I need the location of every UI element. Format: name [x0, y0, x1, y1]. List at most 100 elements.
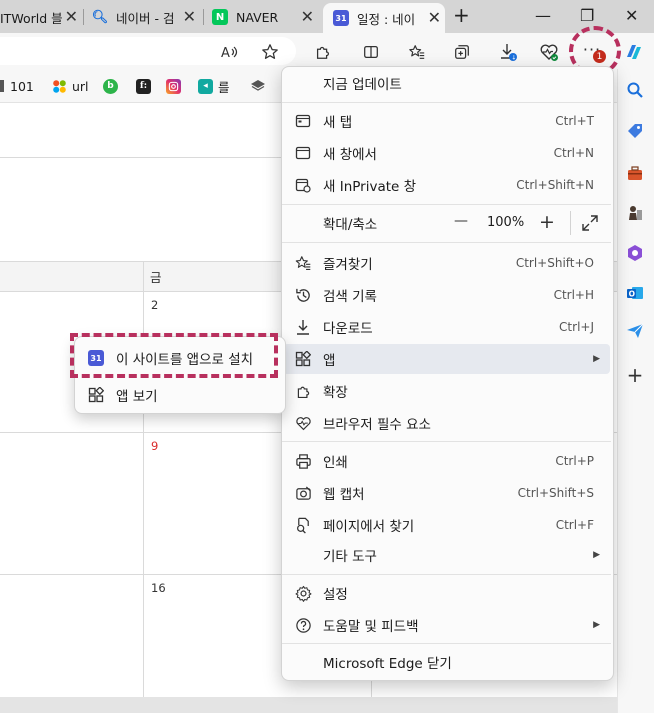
restore-button[interactable]: ❐	[580, 6, 594, 25]
bookmark-101[interactable]: 101	[0, 77, 34, 95]
menu-downloads[interactable]: 다운로드 Ctrl+J	[283, 312, 610, 342]
favorite-star-icon[interactable]	[258, 40, 282, 64]
menu-more-tools[interactable]: 기타 도구 ▶	[283, 540, 610, 570]
sidebar-shopping-icon[interactable]	[625, 121, 645, 141]
copilot-icon[interactable]	[622, 40, 646, 64]
menu-browser-essentials[interactable]: 브라우저 필수 요소	[283, 408, 610, 438]
close-icon[interactable]: ✕	[65, 7, 78, 26]
zoom-out-button[interactable]: —	[454, 213, 468, 229]
tab-label: 일정 : 네이	[357, 11, 416, 27]
tab-calendar[interactable]: 31 일정 : 네이 ✕	[323, 3, 445, 33]
menu-apps[interactable]: 앱 ▶	[283, 344, 610, 374]
bookmark-f[interactable]: f:	[136, 77, 156, 95]
zoom-in-button[interactable]: +	[539, 211, 555, 233]
sidebar-send-icon[interactable]	[625, 321, 645, 341]
tab-label: 네이버 - 검	[116, 10, 175, 26]
history-icon	[294, 286, 312, 304]
fullscreen-icon[interactable]	[581, 214, 599, 236]
menu-find-on-page[interactable]: 페이지에서 찾기 Ctrl+F	[283, 510, 610, 540]
bookmark-green[interactable]: b	[103, 77, 123, 95]
bookmark-music[interactable]: ◂ 를	[198, 77, 230, 95]
help-icon	[294, 616, 312, 634]
date-cell[interactable]: 16	[151, 581, 166, 595]
collections-icon[interactable]	[450, 40, 474, 64]
menu-help-feedback[interactable]: 도움말 및 피드백 ▶	[283, 610, 610, 640]
sidebar-outlook-icon[interactable]: O	[625, 283, 645, 303]
menu-new-tab[interactable]: 새 탭 Ctrl+T	[283, 106, 610, 136]
tab-itworld[interactable]: ITWorld 블 ✕	[0, 5, 82, 29]
tab-naver[interactable]: N NAVER ✕	[212, 5, 318, 29]
downloads-icon[interactable]: ↓	[496, 40, 520, 64]
browser-essentials-icon[interactable]	[537, 40, 561, 64]
zoom-divider	[570, 211, 571, 235]
menu-separator	[282, 102, 611, 103]
tab-label: ITWorld 블	[0, 10, 63, 26]
bookmark-music-icon: ◂	[198, 78, 213, 94]
bookmark-layers-icon	[250, 78, 266, 95]
read-aloud-icon[interactable]: A	[218, 40, 242, 64]
sidebar-m365-icon[interactable]	[625, 243, 645, 263]
menu-separator	[282, 204, 611, 205]
extensions-icon[interactable]	[311, 40, 335, 64]
svg-text:↓: ↓	[511, 55, 516, 62]
bookmark-label: 를	[218, 79, 230, 95]
zoom-level: 100%	[487, 215, 525, 230]
bookmark-instagram[interactable]	[166, 77, 186, 95]
bookmark-url-icon	[52, 79, 67, 94]
date-cell[interactable]: 2	[151, 298, 158, 312]
page-bottom	[0, 697, 617, 713]
grid-line	[143, 262, 144, 697]
naver-tab-icon: N	[212, 9, 228, 25]
new-tab-button[interactable]: +	[453, 3, 470, 27]
close-window-button[interactable]: ✕	[625, 6, 638, 25]
close-icon[interactable]: ✕	[428, 8, 441, 27]
menu-close-edge[interactable]: Microsoft Edge 닫기	[283, 647, 610, 677]
sidebar-add-icon[interactable]: +	[625, 363, 645, 387]
menu-new-inprivate[interactable]: 새 InPrivate 창 Ctrl+Shift+N	[283, 170, 610, 200]
bookmark-label: 101	[10, 78, 34, 94]
split-screen-icon[interactable]	[359, 40, 383, 64]
calendar-tab-icon: 31	[333, 10, 349, 26]
apps-icon	[88, 387, 104, 403]
bookmark-url[interactable]: url	[52, 77, 89, 95]
chevron-right-icon: ▶	[593, 620, 600, 630]
favorites-icon	[294, 254, 312, 272]
menu-settings[interactable]: 설정	[283, 578, 610, 608]
web-capture-icon	[294, 484, 312, 502]
tab-naver-search[interactable]: 🔍︎ 네이버 - 검 ✕	[92, 5, 200, 29]
svg-text:A: A	[221, 46, 230, 61]
download-icon	[294, 318, 312, 336]
menu-separator	[282, 574, 611, 575]
minimize-button[interactable]: —	[535, 6, 551, 25]
menu-print[interactable]: 인쇄 Ctrl+P	[283, 446, 610, 476]
sidebar-tools-icon[interactable]	[625, 163, 645, 183]
close-icon[interactable]: ✕	[183, 7, 196, 26]
new-window-icon	[294, 144, 312, 162]
view-apps[interactable]: 앱 보기	[78, 381, 278, 409]
bookmark-label: url	[72, 78, 89, 94]
close-icon[interactable]: ✕	[301, 7, 314, 26]
sidebar-search-icon[interactable]	[625, 80, 645, 100]
favorites-icon[interactable]	[405, 40, 429, 64]
sidebar-games-icon[interactable]	[625, 203, 645, 223]
address-bar[interactable]	[0, 37, 296, 65]
menu-favorites[interactable]: 즐겨찾기 Ctrl+Shift+O	[283, 248, 610, 278]
menu-web-capture[interactable]: 웹 캡처 Ctrl+Shift+S	[283, 478, 610, 508]
menu-new-window[interactable]: 새 창에서 Ctrl+N	[283, 138, 610, 168]
weekday-friday: 금	[150, 270, 162, 285]
bookmark-layers[interactable]	[250, 77, 266, 95]
menu-history[interactable]: 검색 기록 Ctrl+H	[283, 280, 610, 310]
menu-separator	[282, 643, 611, 644]
menu-zoom: 확대/축소 — 100% +	[283, 208, 610, 238]
date-cell[interactable]: 9	[151, 439, 158, 453]
bookmark-f-icon: f:	[136, 78, 151, 94]
menu-extensions[interactable]: 확장	[283, 376, 610, 406]
tab-label: NAVER	[236, 9, 279, 25]
extensions-icon	[294, 382, 312, 400]
menu-update-now[interactable]: 지금 업데이트	[283, 68, 610, 98]
apps-icon	[294, 350, 312, 368]
find-icon	[294, 516, 312, 534]
bookmark-instagram-icon	[166, 78, 181, 94]
bookmark-green-icon: b	[103, 78, 118, 94]
menu-separator	[282, 242, 611, 243]
